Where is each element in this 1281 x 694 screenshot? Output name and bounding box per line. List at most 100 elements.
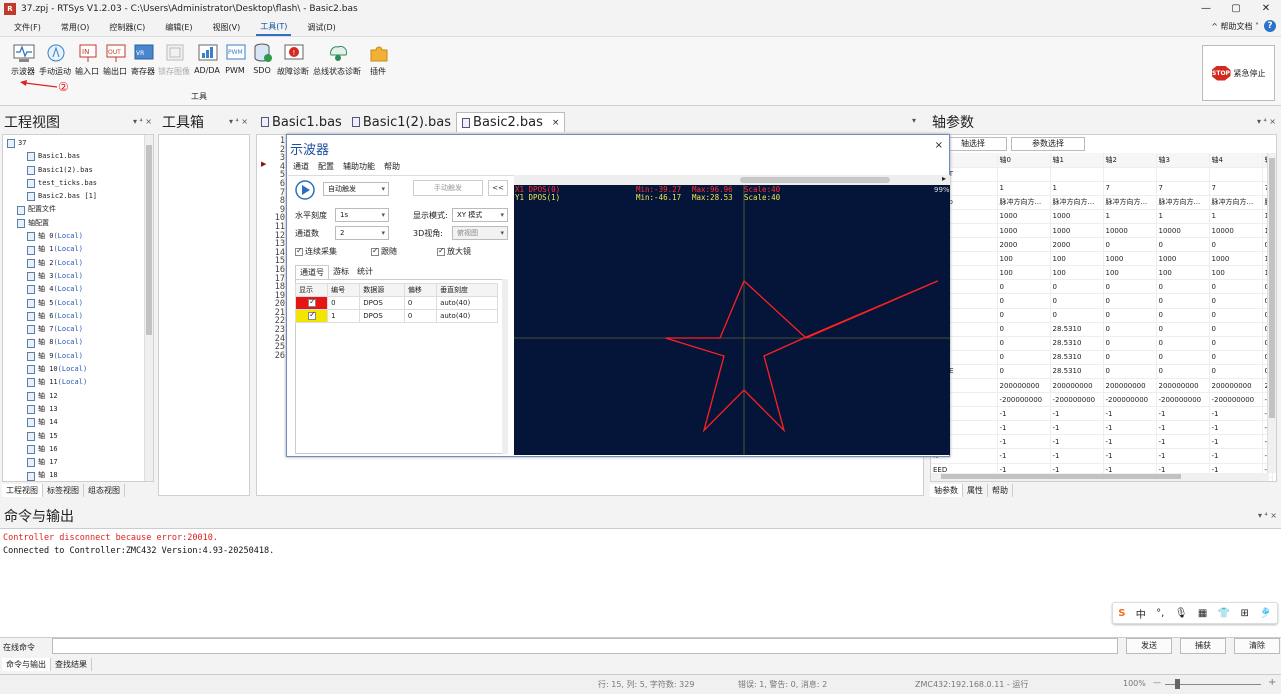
magnifier-checkbox[interactable]: 放大镜 [437, 246, 471, 257]
zoom-out-button[interactable]: — [1153, 678, 1161, 687]
axis-param-cell[interactable]: 0 [1156, 350, 1210, 365]
output-port-button[interactable]: OUT 输出口 [101, 43, 129, 77]
axis-param-cell[interactable]: 脉冲方向方... [1156, 195, 1210, 210]
emergency-stop-button[interactable]: STOP 紧急停止 [1202, 45, 1275, 101]
tree-item[interactable]: 轴 7 (Local) [3, 323, 153, 336]
channel-scale[interactable]: auto(40) [436, 296, 498, 310]
axis-param-cell[interactable]: -1 [1209, 406, 1263, 422]
plot-scrollbar[interactable]: ▸ [514, 174, 950, 185]
channel-table-scrollbar[interactable] [502, 279, 508, 454]
axis-param-cell[interactable]: -200000000 [1050, 392, 1104, 408]
axis-param-cell[interactable]: -1 [1103, 434, 1157, 450]
tree-item[interactable]: 37 [3, 137, 153, 150]
project-panel-controls[interactable]: ▾ ⁴ × [133, 117, 152, 126]
pwm-button[interactable]: PWM PWM [221, 43, 249, 75]
axis-param-cell[interactable]: -1 [1209, 420, 1263, 436]
axis-param-cell[interactable]: 200000000 [997, 378, 1051, 394]
oscilloscope-plot[interactable]: X1 DPOS(0) Min:-39.27 Max:96.96 Scale:40 Y1 … [514, 185, 950, 455]
axis-param-cell[interactable]: 0 [1156, 237, 1210, 253]
tree-item[interactable]: 配置文件 [3, 203, 153, 216]
tree-item[interactable]: 轴 6 (Local) [3, 310, 153, 323]
axis-param-cell[interactable]: 1000 [1156, 251, 1210, 267]
send-button[interactable]: 发送 [1126, 638, 1172, 654]
axis-param-cell[interactable] [1103, 167, 1157, 182]
oscilloscope-button[interactable]: 示波器 [8, 43, 38, 77]
axis-param-cell[interactable]: -200000000 [1103, 392, 1157, 408]
param-select-button[interactable]: 参数选择 [1011, 137, 1085, 151]
menu-tools[interactable]: 工具(T) [256, 19, 292, 36]
tab-basic1[interactable]: Basic1.bas [256, 112, 347, 132]
axis-param-cell[interactable]: -1 [997, 448, 1051, 464]
axis-param-cell[interactable]: 0 [1209, 308, 1263, 323]
ime-mic-icon[interactable]: 🎙 [1175, 608, 1188, 619]
axis-param-cell[interactable]: 100 [1050, 251, 1104, 267]
tab-label-view[interactable]: 标签视图 [43, 484, 84, 497]
axis-param-cell[interactable]: -1 [1103, 406, 1157, 422]
tree-item[interactable]: Basic1(2).bas [3, 164, 153, 177]
oscilloscope-close-button[interactable]: × [935, 140, 943, 151]
axis-param-cell[interactable]: 0 [1209, 237, 1263, 253]
ime-skin-icon[interactable]: 👕 [1218, 608, 1230, 619]
axis-param-cell[interactable]: 200000000 [1209, 378, 1263, 394]
tree-item[interactable]: 轴 9 (Local) [3, 350, 153, 363]
axis-param-cell[interactable]: 0 [1103, 293, 1157, 309]
tree-item[interactable]: 轴 4 (Local) [3, 283, 153, 296]
axis-param-cell[interactable]: 1000 [1209, 251, 1263, 267]
axis-param-cell[interactable]: 0 [1209, 279, 1263, 295]
axis-param-cell[interactable]: -1 [997, 420, 1051, 436]
help-icon[interactable]: ? [1264, 20, 1276, 32]
axis-param-cell[interactable]: 7 [1103, 181, 1157, 196]
file-tab-dropdown-icon[interactable]: ▾ [912, 116, 916, 125]
ime-grid-icon[interactable]: ⊞ [1241, 608, 1249, 619]
trigger-mode-select[interactable]: 自动触发 [323, 182, 389, 196]
axis-param-cell[interactable]: 10000 [1103, 223, 1157, 239]
axis-param-cell[interactable]: 2000 [1050, 237, 1104, 253]
latch-image-button[interactable]: 锁存图像 [157, 43, 191, 77]
bus-diagnosis-button[interactable]: 总线状态诊断 [312, 43, 362, 77]
input-port-button[interactable]: IN 输入口 [73, 43, 101, 77]
channel-visible-checkbox[interactable] [294, 296, 329, 310]
axis-param-cell[interactable]: 28.5310 [1050, 350, 1104, 365]
view3d-select[interactable]: 俯视图 [452, 226, 508, 240]
axis-param-cell[interactable]: -1 [1103, 420, 1157, 436]
toolbox-panel-controls[interactable]: ▾ ⁴ × [229, 117, 248, 126]
channel-source[interactable]: DPOS [359, 296, 405, 310]
axis-param-cell[interactable]: 0 [997, 350, 1051, 365]
menu-file[interactable]: 文件(F) [10, 20, 45, 35]
axis-param-cell[interactable] [1156, 167, 1210, 182]
display-mode-select[interactable]: XY 模式 [452, 208, 508, 222]
clear-button[interactable]: 清除 [1234, 638, 1280, 654]
axis-param-cell[interactable]: 0 [1209, 350, 1263, 365]
ime-punct-icon[interactable]: °, [1156, 608, 1164, 619]
restore-button[interactable]: ▢ [1221, 0, 1251, 18]
channel-offset[interactable]: 0 [403, 309, 438, 323]
tree-item[interactable]: 轴 12 [3, 390, 153, 403]
axis-param-cell[interactable]: 1000 [997, 209, 1051, 224]
axis-param-cell[interactable]: 1000 [1050, 209, 1104, 224]
ime-more-icon[interactable]: 🎐 [1259, 608, 1271, 619]
axis-param-cell[interactable]: 1000 [1050, 223, 1104, 239]
axis-param-cell[interactable]: 脉冲方向方... [1050, 195, 1104, 210]
osc-menu-channel[interactable]: 通道 [293, 161, 309, 172]
help-doc-link[interactable]: ^ 帮助文档 ˅ [1211, 21, 1259, 32]
axis-param-cell[interactable]: 0 [1209, 293, 1263, 309]
tree-item[interactable]: 轴配置 [3, 217, 153, 230]
axis-param-cell[interactable]: 0 [1103, 364, 1157, 380]
axis-param-cell[interactable]: 10000 [1156, 223, 1210, 239]
axis-param-cell[interactable]: 0 [997, 279, 1051, 295]
ad-da-button[interactable]: AD/DA [192, 43, 222, 75]
axis-param-cell[interactable]: 0 [1156, 279, 1210, 295]
axis-param-cell[interactable]: -1 [997, 406, 1051, 422]
axis-param-cell[interactable]: 7 [1209, 181, 1263, 196]
axis-param-cell[interactable] [1209, 167, 1263, 182]
axis-param-cell[interactable]: 2000 [997, 237, 1051, 253]
axis-param-cell[interactable]: 1 [1050, 181, 1104, 196]
follow-checkbox[interactable]: 跟随 [371, 246, 397, 257]
axis-param-cell[interactable]: 脉冲方向方... [1103, 195, 1157, 210]
fault-diagnosis-button[interactable]: ! 故障诊断 [276, 43, 310, 77]
manual-trigger-button[interactable]: 手动触发 [413, 180, 483, 196]
tree-item[interactable]: 轴 2 (Local) [3, 257, 153, 270]
tab-cmd-output[interactable]: 命令与输出 [2, 658, 51, 671]
osc-menu-aux[interactable]: 辅助功能 [343, 161, 375, 172]
zoom-in-button[interactable]: + [1268, 677, 1276, 688]
